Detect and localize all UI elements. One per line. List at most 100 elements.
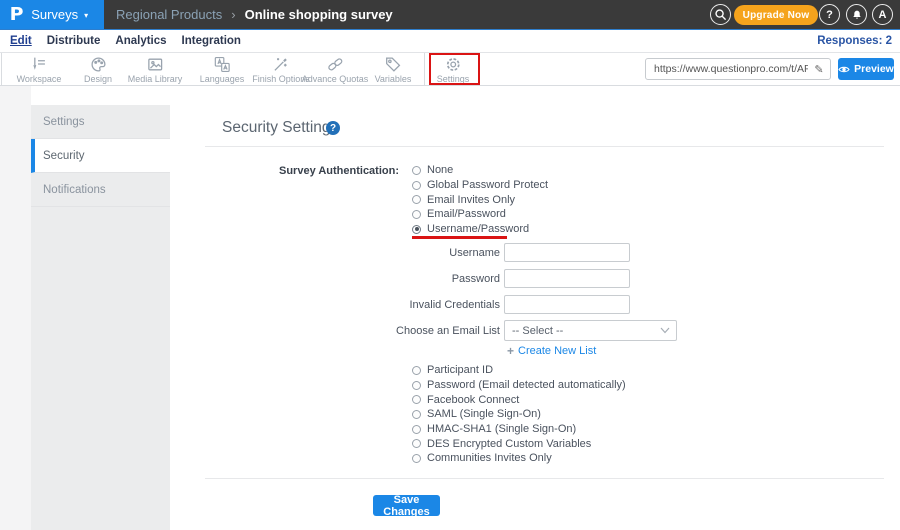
- top-bar: P Surveys ▾ Regional Products › Online s…: [0, 0, 900, 30]
- eye-icon: [838, 66, 850, 72]
- auth-options-bottom: Participant ID Password (Email detected …: [412, 363, 626, 466]
- preview-label: Preview: [854, 63, 894, 75]
- radio-label: Global Password Protect: [427, 179, 549, 192]
- radio-username-password[interactable]: Username/Password: [412, 222, 548, 237]
- help-icon[interactable]: ?: [326, 121, 340, 135]
- radio-icon[interactable]: [412, 424, 421, 434]
- edit-toolbar: Workspace Design Media Library Languages…: [0, 53, 900, 86]
- email-list-select[interactable]: -- Select --: [504, 320, 677, 341]
- save-changes-button[interactable]: Save Changes: [373, 494, 440, 518]
- preview-button[interactable]: Preview: [838, 58, 894, 80]
- radio-none[interactable]: None: [412, 163, 548, 178]
- username-label: Username: [449, 247, 500, 259]
- radio-icon[interactable]: [412, 365, 421, 375]
- radio-hmac-sha1[interactable]: HMAC-SHA1 (Single Sign-On): [412, 422, 626, 437]
- account-button[interactable]: A: [872, 4, 893, 25]
- questionpro-logo: P: [9, 4, 24, 25]
- settings-icon: [446, 58, 460, 71]
- toolbar-item-settings[interactable]: Settings: [437, 56, 469, 84]
- radio-icon[interactable]: [412, 165, 421, 175]
- toolbar-item-languages[interactable]: Languages: [199, 56, 245, 84]
- radio-label: Email/Password: [427, 208, 506, 221]
- search-button[interactable]: [710, 4, 731, 25]
- toolbar-item-media-library[interactable]: Media Library: [127, 56, 183, 84]
- radio-icon[interactable]: [412, 409, 421, 419]
- toolbar-settings-divider: [424, 53, 425, 85]
- bell-icon: [852, 10, 861, 19]
- search-icon: [715, 9, 727, 21]
- create-new-list-label: Create New List: [518, 345, 597, 357]
- sidebar-item-settings[interactable]: Settings: [31, 105, 170, 139]
- radio-icon[interactable]: [412, 180, 421, 190]
- toolbar-label: Languages: [199, 74, 245, 84]
- advance-quotas-icon: [328, 58, 343, 71]
- toolbar-label: Media Library: [127, 74, 183, 84]
- sidebar-item-security[interactable]: Security: [31, 139, 170, 173]
- password-input[interactable]: [504, 269, 630, 288]
- radio-label: DES Encrypted Custom Variables: [427, 437, 592, 450]
- responses-count-link[interactable]: Responses: 2: [817, 30, 892, 52]
- help-button[interactable]: ?: [819, 4, 840, 25]
- radio-global-password-protect[interactable]: Global Password Protect: [412, 178, 548, 193]
- invalid-credentials-label: Invalid Credentials: [409, 299, 501, 311]
- create-new-list-link[interactable]: + Create New List: [507, 344, 596, 358]
- tab-distribute[interactable]: Distribute: [47, 35, 101, 47]
- radio-password-email-detected[interactable]: Password (Email detected automatically): [412, 378, 626, 393]
- tab-analytics[interactable]: Analytics: [115, 35, 166, 47]
- left-gutter: [0, 86, 31, 530]
- radio-facebook-connect[interactable]: Facebook Connect: [412, 392, 626, 407]
- chevron-down-icon: ▾: [84, 10, 89, 20]
- page-title: Security Settings: [222, 119, 339, 136]
- tab-edit[interactable]: Edit: [10, 35, 32, 47]
- toolbar-left-divider: [1, 53, 2, 85]
- toolbar-item-design[interactable]: Design: [84, 56, 112, 84]
- password-label: Password: [451, 273, 500, 285]
- radio-label: Username/Password: [427, 223, 530, 236]
- sidebar-item-notifications[interactable]: Notifications: [31, 173, 170, 207]
- radio-saml[interactable]: SAML (Single Sign-On): [412, 407, 626, 422]
- toolbar-item-advance-quotas[interactable]: Advance Quotas: [301, 56, 369, 84]
- radio-icon[interactable]: [412, 453, 421, 463]
- radio-label: HMAC-SHA1 (Single Sign-On): [427, 423, 577, 436]
- radio-email-password[interactable]: Email/Password: [412, 207, 548, 222]
- surveys-menu-button[interactable]: P Surveys ▾: [0, 0, 104, 29]
- radio-icon[interactable]: [412, 195, 421, 205]
- pencil-icon: ✎: [814, 63, 824, 76]
- radio-icon[interactable]: [412, 209, 421, 219]
- radio-icon[interactable]: [412, 380, 421, 390]
- breadcrumb-folder[interactable]: Regional Products: [116, 7, 222, 22]
- toolbar-label: Design: [83, 74, 113, 84]
- notifications-button[interactable]: [846, 4, 867, 25]
- radio-icon-selected[interactable]: [412, 224, 421, 234]
- footer-divider: [205, 478, 884, 479]
- breadcrumb-survey-name: Online shopping survey: [244, 7, 393, 22]
- edit-url-button[interactable]: ✎: [808, 63, 830, 76]
- toolbar-label: Advance Quotas: [301, 74, 369, 84]
- survey-url-text[interactable]: https://www.questionpro.com/t/APNrFZ: [646, 63, 808, 75]
- breadcrumb: Regional Products › Online shopping surv…: [116, 0, 393, 29]
- title-divider: [205, 146, 884, 147]
- radio-icon[interactable]: [412, 439, 421, 449]
- username-input[interactable]: [504, 243, 630, 262]
- radio-communities-invites-only[interactable]: Communities Invites Only: [412, 451, 626, 466]
- settings-sidebar: Settings Security Notifications: [31, 105, 170, 530]
- radio-participant-id[interactable]: Participant ID: [412, 363, 626, 378]
- toolbar-item-variables[interactable]: Variables: [375, 56, 411, 84]
- toolbar-label: Workspace: [16, 74, 62, 84]
- radio-label: Password (Email detected automatically): [427, 379, 626, 392]
- radio-icon[interactable]: [412, 395, 421, 405]
- email-list-label: Choose an Email List: [396, 325, 500, 337]
- media-library-icon: [147, 58, 163, 71]
- toolbar-item-workspace[interactable]: Workspace: [16, 56, 62, 84]
- survey-url-field[interactable]: https://www.questionpro.com/t/APNrFZ ✎: [645, 58, 831, 80]
- upgrade-now-button[interactable]: Upgrade Now: [734, 5, 818, 25]
- chevron-down-icon: [654, 327, 676, 334]
- tab-integration[interactable]: Integration: [182, 35, 241, 47]
- radio-des-encrypted[interactable]: DES Encrypted Custom Variables: [412, 436, 626, 451]
- nav-tabs: Edit Distribute Analytics Integration: [10, 30, 241, 52]
- invalid-credentials-input[interactable]: [504, 295, 630, 314]
- surveys-menu-label: Surveys: [31, 7, 79, 22]
- languages-icon: [214, 57, 230, 72]
- radio-email-invites-only[interactable]: Email Invites Only: [412, 192, 548, 207]
- radio-label: Email Invites Only: [427, 193, 516, 206]
